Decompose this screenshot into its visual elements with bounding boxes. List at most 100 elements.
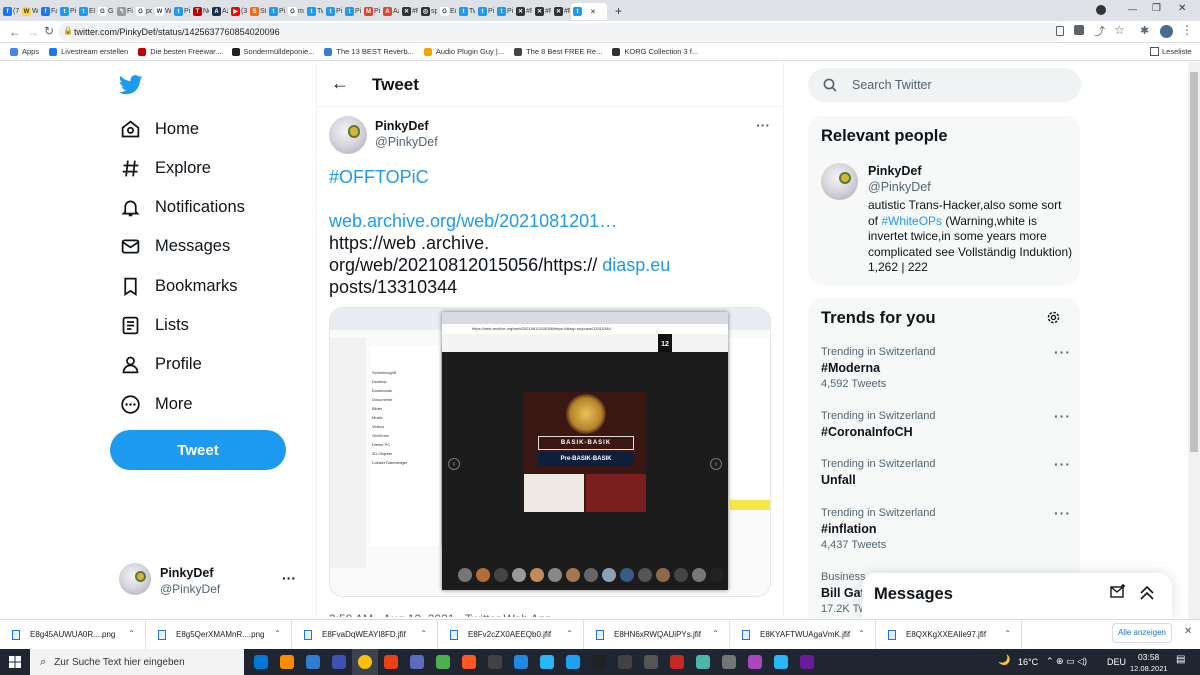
taskbar-app-icon[interactable]	[612, 649, 638, 675]
reload-icon[interactable]: ↻	[44, 24, 54, 38]
bookmark-item[interactable]: Livestream erstellen	[49, 47, 128, 56]
trend-item[interactable]: Trending in Switzerland #Moderna 4,592 Twe…	[821, 346, 936, 390]
new-tab-icon[interactable]: +	[615, 4, 622, 18]
hashtag-link[interactable]: #OFFTOPiC	[329, 166, 774, 188]
browser-tab[interactable]: f(7)	[1, 3, 19, 20]
browser-tab[interactable]: ✕#F	[514, 3, 532, 20]
taskbar-app-icon[interactable]	[352, 649, 378, 675]
trend-item[interactable]: Trending in Switzerland #CoronaInfoCH	[821, 410, 936, 439]
nav-item-lists[interactable]: Lists	[120, 308, 189, 344]
taskbar-app-icon[interactable]	[430, 649, 456, 675]
browser-tab[interactable]: tTw	[305, 3, 323, 20]
author-handle[interactable]: @PinkyDef	[375, 135, 438, 149]
browser-tab[interactable]: tPir	[495, 3, 513, 20]
show-all-downloads[interactable]: Alle anzeigen	[1112, 623, 1172, 643]
tweet-button[interactable]: Tweet	[110, 430, 286, 470]
account-switcher[interactable]: PinkyDef @PinkyDef ···	[110, 556, 306, 604]
browser-tab[interactable]: tTw	[457, 3, 475, 20]
twitter-logo-icon[interactable]	[119, 75, 143, 95]
trend-item[interactable]: Business Bill Gat 17.2K Tw	[821, 571, 867, 615]
bookmark-item[interactable]: The 8 Best FREE Re...	[514, 47, 602, 56]
browser-tab[interactable]: ✕#F	[552, 3, 570, 20]
author-avatar[interactable]	[329, 116, 367, 154]
nav-item-more[interactable]: More	[120, 386, 193, 422]
trend-menu-icon[interactable]: ···	[1054, 408, 1071, 424]
weather-temp[interactable]: 16°C	[1018, 657, 1038, 667]
taskbar-app-icon[interactable]	[534, 649, 560, 675]
bookmark-item[interactable]: KORG Collection 3 f...	[612, 47, 698, 56]
browser-tab[interactable]: Gpc	[134, 3, 152, 20]
relevant-name[interactable]: PinkyDef	[868, 164, 922, 178]
browser-tab[interactable]: WWi	[153, 3, 171, 20]
reading-list[interactable]: Leseliste	[1162, 47, 1192, 56]
browser-tab[interactable]: AAz	[210, 3, 228, 20]
nav-item-explore[interactable]: Explore	[120, 150, 211, 186]
url-field[interactable]: 🔒 twitter.com/PinkyDef/status/1425637760…	[58, 23, 1063, 41]
scrollbar-thumb[interactable]	[1190, 72, 1198, 452]
download-item[interactable]: E8g45AUWUA0R....png ⌃	[0, 619, 146, 650]
taskbar-app-icon[interactable]	[716, 649, 742, 675]
messages-drawer[interactable]: Messages	[862, 573, 1172, 619]
browser-tab[interactable]: ✕#F	[400, 3, 418, 20]
star-icon[interactable]: ☆	[1114, 23, 1125, 37]
bookmark-item[interactable]: Audio Plugin Guy |...	[423, 47, 504, 56]
browser-tab[interactable]: tPir	[476, 3, 494, 20]
minimize-icon[interactable]: —	[1128, 4, 1137, 14]
share-icon[interactable]: ⤴	[1094, 23, 1105, 39]
trend-menu-icon[interactable]: ···	[1054, 344, 1071, 360]
taskbar-app-icon[interactable]	[560, 649, 586, 675]
collapse-icon[interactable]	[1139, 585, 1155, 601]
taskbar-app-icon[interactable]	[768, 649, 794, 675]
taskbar-app-icon[interactable]	[794, 649, 820, 675]
translate-icon[interactable]	[1074, 25, 1084, 35]
browser-tab[interactable]: MPir	[362, 3, 380, 20]
clock-time[interactable]: 03:58	[1138, 652, 1159, 662]
scrollbar[interactable]	[1188, 62, 1200, 619]
browser-tab[interactable]: TNc	[191, 3, 209, 20]
browser-tab[interactable]: t ✕	[571, 3, 607, 20]
browser-tab[interactable]: tPir	[267, 3, 285, 20]
chevron-up-icon[interactable]: ⌃	[128, 629, 135, 638]
back-icon[interactable]: ←	[9, 25, 21, 39]
browser-tab[interactable]: SSti	[248, 3, 266, 20]
download-item[interactable]: E8QXKgXXEAIle97.jfif ⌃	[876, 619, 1022, 650]
chevron-up-icon[interactable]: ⌃	[712, 629, 719, 638]
browser-tab[interactable]: ✕#F	[533, 3, 551, 20]
taskbar-app-icon[interactable]	[664, 649, 690, 675]
maximize-icon[interactable]: ❐	[1152, 3, 1161, 14]
browser-tab[interactable]: tPir	[58, 3, 76, 20]
new-message-icon[interactable]	[1110, 584, 1126, 600]
install-icon[interactable]	[1056, 26, 1064, 36]
taskbar-search[interactable]: ⌕ Zur Suche Text hier eingeben	[30, 649, 244, 675]
browser-tab[interactable]: tE8	[77, 3, 95, 20]
browser-tab[interactable]: ▶ (3	[229, 3, 247, 20]
nav-item-bookmarks[interactable]: Bookmarks	[120, 268, 238, 304]
language-indicator[interactable]: DEU	[1107, 657, 1126, 667]
search-input[interactable]: Search Twitter	[852, 78, 932, 92]
nav-item-home[interactable]: Home	[120, 111, 199, 147]
taskbar-app-icon[interactable]	[326, 649, 352, 675]
nav-item-messages[interactable]: Messages	[120, 229, 230, 265]
chevron-up-icon[interactable]: ⌃	[566, 629, 573, 638]
download-item[interactable]: E8KYAFTWUAgaVmK.jfif ⌃	[730, 619, 876, 650]
trend-menu-icon[interactable]: ···	[1054, 456, 1071, 472]
browser-tab[interactable]: ◎ sp	[419, 3, 437, 20]
chevron-up-icon[interactable]: ⌃	[1004, 629, 1011, 638]
forward-icon[interactable]: →	[27, 25, 39, 39]
chevron-up-icon[interactable]: ⌃	[858, 629, 865, 638]
bookmark-item[interactable]: Sondermülldeponie...	[231, 47, 314, 56]
download-item[interactable]: E8g5QerXMAMnR....png ⌃	[146, 619, 292, 650]
settings-gear-icon[interactable]	[1046, 310, 1061, 325]
taskbar-app-icon[interactable]	[274, 649, 300, 675]
trend-item[interactable]: Trending in Switzerland #inflation 4,437 T…	[821, 507, 936, 551]
chrome-menu-icon[interactable]: ⋮	[1181, 23, 1193, 37]
chevron-up-icon[interactable]: ⌃	[420, 629, 427, 638]
author-name[interactable]: PinkyDef	[375, 119, 429, 133]
taskbar-app-icon[interactable]	[300, 649, 326, 675]
taskbar-search-input[interactable]: Zur Suche Text hier eingeben	[54, 657, 184, 668]
download-item[interactable]: E8HN6xRWQAUiPYs.jfif ⌃	[584, 619, 730, 650]
download-item[interactable]: E8Fv2cZX0AEEQb0.jfif ⌃	[438, 619, 584, 650]
browser-tab[interactable]: Gmi	[286, 3, 304, 20]
trend-item[interactable]: Trending in Switzerland Unfall	[821, 458, 936, 487]
browser-tab[interactable]: tPir	[324, 3, 342, 20]
